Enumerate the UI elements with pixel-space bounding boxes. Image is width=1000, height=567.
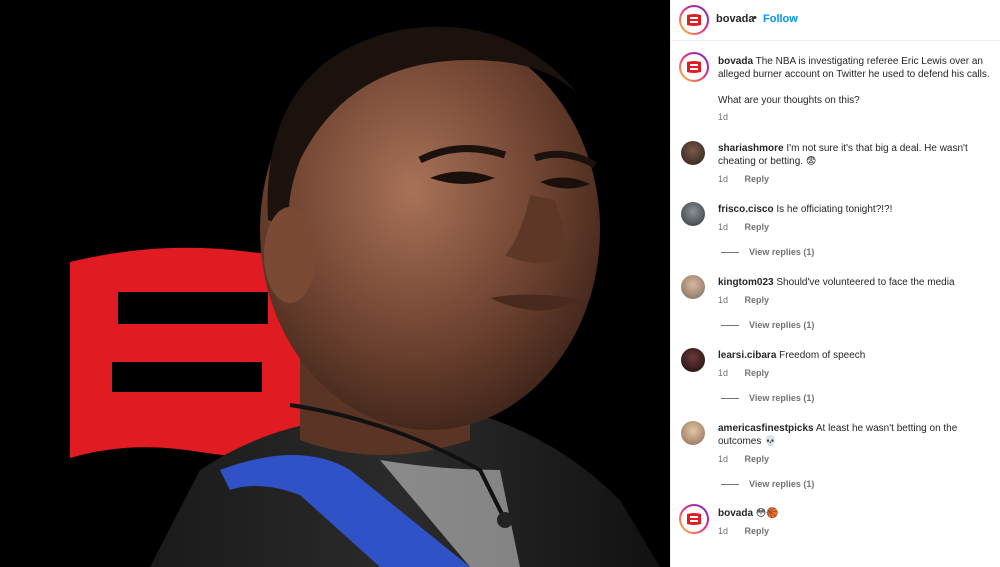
- commenter-avatar[interactable]: [681, 275, 705, 299]
- caption-question: What are your thoughts on this?: [718, 95, 860, 106]
- replies-divider: [721, 397, 739, 399]
- comment-text: shariashmore I'm not sure it's that big …: [718, 142, 998, 168]
- comment-text: americasfinestpicks At least he wasn't b…: [718, 422, 998, 448]
- view-replies-label: View replies (1): [749, 247, 815, 257]
- view-replies-button[interactable]: View replies (1): [721, 247, 814, 257]
- commenter-avatar[interactable]: [681, 421, 705, 445]
- commenter-avatar[interactable]: [681, 348, 705, 372]
- commenter-avatar[interactable]: [679, 504, 709, 534]
- commenter-avatar[interactable]: [681, 141, 705, 165]
- view-replies-label: View replies (1): [749, 320, 815, 330]
- post-image[interactable]: [0, 0, 670, 567]
- caption-time: 1d: [718, 112, 729, 122]
- post-header: bovada • Follow: [671, 0, 1000, 41]
- reply-button[interactable]: Reply: [745, 174, 770, 184]
- comment-username[interactable]: bovada: [718, 508, 753, 519]
- comment-time: 1d: [718, 454, 729, 464]
- reply-button[interactable]: Reply: [745, 454, 770, 464]
- comment-meta: 1d Reply: [718, 295, 769, 305]
- comment-time: 1d: [718, 295, 729, 305]
- referee-photo: [0, 0, 670, 567]
- reply-button[interactable]: Reply: [745, 526, 770, 536]
- comment-time: 1d: [718, 526, 729, 536]
- separator-dot: •: [753, 12, 757, 24]
- commenter-avatar[interactable]: [681, 202, 705, 226]
- bovada-logo-icon: [687, 513, 701, 525]
- comment-meta: 1d Reply: [718, 222, 769, 232]
- comment-username[interactable]: frisco.cisco: [718, 204, 774, 215]
- comment-meta: 1d Reply: [718, 174, 769, 184]
- comment-meta: 1d Reply: [718, 454, 769, 464]
- comment-body: 😳🏀: [755, 508, 779, 519]
- comment-time: 1d: [718, 222, 729, 232]
- caption-text: bovada The NBA is investigating referee …: [718, 55, 998, 81]
- comments-panel: bovada • Follow bovada The NBA is invest…: [670, 0, 1000, 567]
- comment-body: Is he officiating tonight?!?!: [776, 204, 893, 215]
- comment-text: learsi.cibara Freedom of speech: [718, 349, 998, 362]
- view-replies-button[interactable]: View replies (1): [721, 320, 814, 330]
- bovada-logo-icon: [687, 14, 701, 26]
- comment-time: 1d: [718, 174, 729, 184]
- comment-username[interactable]: kingtom023: [718, 277, 774, 288]
- caption-body: The NBA is investigating referee Eric Le…: [718, 56, 990, 80]
- replies-divider: [721, 251, 739, 253]
- comment-body: Should've volunteered to face the media: [776, 277, 955, 288]
- comment-body: Freedom of speech: [779, 350, 866, 361]
- comment-username[interactable]: americasfinestpicks: [718, 423, 814, 434]
- comment-text: bovada 😳🏀: [718, 507, 998, 520]
- replies-divider: [721, 324, 739, 326]
- comment-username[interactable]: learsi.cibara: [718, 350, 776, 361]
- header-username[interactable]: bovada: [716, 13, 755, 25]
- comment-username[interactable]: shariashmore: [718, 143, 784, 154]
- follow-button[interactable]: Follow: [763, 13, 798, 25]
- caption-avatar[interactable]: [679, 52, 709, 82]
- view-replies-label: View replies (1): [749, 393, 815, 403]
- comment-meta: 1d Reply: [718, 526, 769, 536]
- view-replies-button[interactable]: View replies (1): [721, 393, 814, 403]
- comment-meta: 1d Reply: [718, 368, 769, 378]
- comment-text: kingtom023 Should've volunteered to face…: [718, 276, 998, 289]
- bovada-logo-icon: [687, 61, 701, 73]
- view-replies-label: View replies (1): [749, 479, 815, 489]
- account-avatar[interactable]: [679, 5, 709, 35]
- caption-username[interactable]: bovada: [718, 56, 753, 67]
- view-replies-button[interactable]: View replies (1): [721, 479, 814, 489]
- comment-text: frisco.cisco Is he officiating tonight?!…: [718, 203, 998, 216]
- replies-divider: [721, 483, 739, 485]
- reply-button[interactable]: Reply: [745, 368, 770, 378]
- reply-button[interactable]: Reply: [745, 222, 770, 232]
- reply-button[interactable]: Reply: [745, 295, 770, 305]
- comment-time: 1d: [718, 368, 729, 378]
